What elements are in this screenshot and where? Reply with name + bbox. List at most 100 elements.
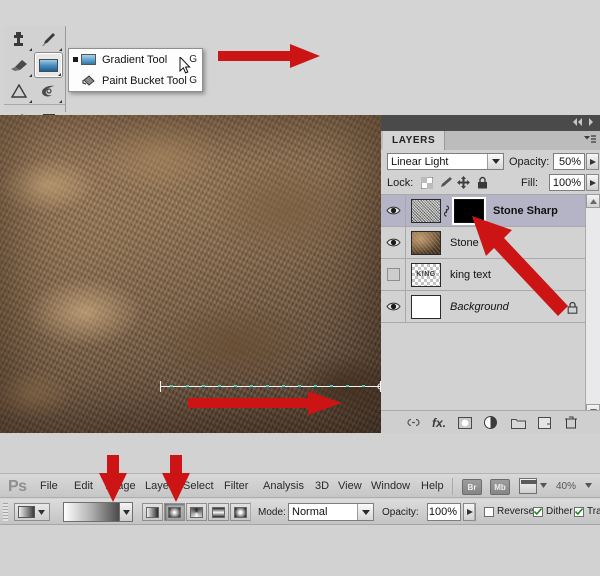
menubar-divider (452, 478, 453, 495)
layer-thumbnail[interactable] (411, 295, 441, 319)
opacity-slider-button[interactable] (586, 153, 599, 170)
menu-window[interactable]: Window (371, 480, 410, 492)
layers-panel-footer: fx. (381, 410, 600, 433)
tab-layers[interactable]: LAYERS (383, 131, 445, 150)
chevron-down-icon[interactable] (357, 504, 373, 520)
clone-stamp-tool[interactable] (4, 26, 33, 52)
new-layer-icon[interactable] (538, 415, 551, 430)
menu-help[interactable]: Help (421, 480, 444, 492)
tool-corner-marker (59, 100, 62, 103)
reverse-checkbox[interactable]: Reverse (484, 506, 534, 517)
tool-preset-picker[interactable] (14, 503, 50, 521)
layer-visibility-toggle[interactable] (381, 227, 406, 258)
adjustment-layer-icon[interactable] (484, 415, 497, 430)
layer-thumbnail[interactable] (411, 231, 441, 255)
mouse-cursor-icon (179, 57, 191, 75)
add-layer-mask-icon[interactable] (458, 415, 472, 430)
menu-3d[interactable]: 3D (315, 480, 329, 492)
layer-visibility-toggle[interactable] (381, 291, 406, 322)
layer-style-fx-icon[interactable]: fx. (432, 415, 446, 430)
layer-visibility-toggle[interactable] (381, 259, 406, 290)
lock-image-icon[interactable] (438, 175, 453, 190)
gradient-type-linear[interactable] (142, 503, 163, 521)
selected-bullet-icon (73, 57, 78, 62)
checkmark-icon (575, 508, 583, 515)
opacity-label: Opacity: (509, 156, 549, 168)
document-canvas[interactable] (0, 115, 381, 433)
collapse-panels-icon[interactable] (572, 118, 594, 126)
menu-edit[interactable]: Edit (74, 480, 93, 492)
eraser-tool[interactable] (4, 52, 33, 78)
lock-transparency-icon[interactable] (419, 175, 434, 190)
arrange-documents-icon[interactable] (519, 478, 537, 494)
blend-mode-select[interactable]: Linear Light (387, 153, 504, 170)
tool-corner-marker (29, 74, 32, 77)
history-brush-tool[interactable] (34, 26, 63, 52)
layer-name: Stone Bg (450, 237, 495, 249)
dither-checkbox[interactable]: Dither (533, 506, 573, 517)
arrange-chevron-down-icon[interactable] (540, 483, 547, 488)
gradient-tool[interactable] (34, 52, 63, 78)
flyout-shortcut-paint-bucket: G (189, 75, 197, 86)
fill-value-field[interactable]: 100% (549, 174, 585, 191)
chevron-down-icon (38, 510, 45, 515)
menu-file[interactable]: File (40, 480, 58, 492)
menu-image[interactable]: Image (105, 480, 136, 492)
mode-label: Mode: (258, 507, 286, 518)
tool-corner-marker (59, 48, 62, 51)
menu-select[interactable]: Select (183, 480, 214, 492)
layer-visibility-toggle[interactable] (381, 195, 406, 226)
chevron-down-icon (123, 510, 130, 515)
layer-thumbnail[interactable] (411, 199, 441, 223)
layer-mask-link-icon[interactable] (442, 205, 451, 217)
toolbox-divider (4, 104, 65, 105)
gradient-type-diamond[interactable] (230, 503, 251, 521)
link-layers-icon[interactable] (406, 415, 421, 430)
layer-thumbnail[interactable]: KING (411, 263, 441, 287)
delete-layer-icon[interactable] (565, 415, 577, 430)
table-row[interactable]: Stone Sharp (381, 195, 600, 227)
angle-gradient-icon (190, 507, 203, 518)
layers-panel: LAYERS Linear Light Opacity: 50% Lock: (381, 115, 600, 433)
bridge-button[interactable]: Br (462, 479, 482, 495)
gradient-type-angle[interactable] (186, 503, 207, 521)
menu-view[interactable]: View (338, 480, 362, 492)
scroll-up-button[interactable] (586, 194, 600, 208)
layer-name: king text (450, 269, 491, 281)
options-bar-grip[interactable] (3, 503, 8, 521)
checkmark-icon (534, 508, 542, 515)
opacity-value-field[interactable]: 50% (553, 153, 585, 170)
blend-mode-select-options[interactable]: Normal (288, 503, 374, 521)
reverse-label: Reverse (497, 506, 534, 517)
options-opacity-field[interactable]: 100% (427, 503, 461, 521)
gradient-type-reflected[interactable] (208, 503, 229, 521)
screen-mode-chevron-down-icon[interactable] (585, 483, 592, 488)
panel-menu-icon[interactable] (584, 135, 596, 145)
chevron-down-icon[interactable] (487, 154, 503, 169)
fill-value: 100% (553, 177, 581, 189)
gradient-drag-line-dashes (170, 385, 370, 387)
gradient-picker-button[interactable] (119, 502, 133, 522)
transparency-checkbox[interactable]: Transparency (574, 506, 600, 517)
reflected-gradient-icon (212, 507, 225, 518)
tool-corner-marker (58, 73, 61, 76)
mini-bridge-button[interactable]: Mb (490, 479, 510, 495)
lock-position-icon[interactable] (456, 175, 471, 190)
fill-slider-button[interactable] (586, 174, 599, 191)
menu-filter[interactable]: Filter (224, 480, 248, 492)
table-row[interactable]: Stone Bg (381, 227, 600, 259)
new-group-icon[interactable] (511, 415, 526, 430)
panel-dock-titlebar (381, 115, 600, 131)
layer-mask-thumbnail[interactable] (454, 199, 484, 223)
blur-tool[interactable] (34, 78, 63, 104)
layer-list-scrollbar[interactable] (585, 194, 600, 418)
lock-all-icon[interactable] (475, 175, 490, 190)
table-row[interactable]: KING king text (381, 259, 600, 291)
gradient-type-radial[interactable] (164, 503, 185, 521)
tool-panel-area: Gradient Tool G Paint Bucket Tool G (0, 0, 600, 115)
menu-analysis[interactable]: Analysis (263, 480, 304, 492)
shape-tool[interactable] (4, 78, 33, 104)
options-divider (250, 502, 251, 522)
menu-layer[interactable]: Layer (145, 480, 173, 492)
table-row[interactable]: Background (381, 291, 600, 323)
